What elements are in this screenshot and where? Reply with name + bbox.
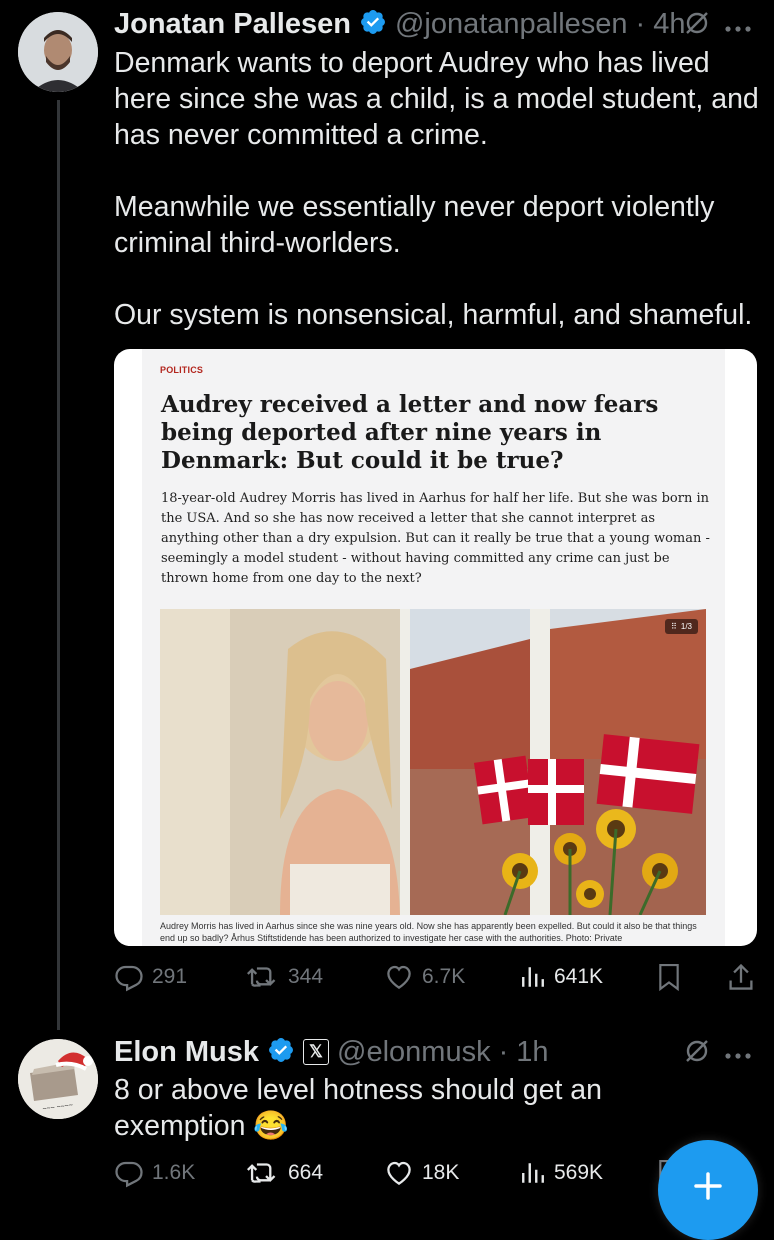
like-icon: [384, 1158, 414, 1188]
author-handle[interactable]: @elonmusk: [337, 1036, 491, 1069]
post-time[interactable]: 1h: [516, 1036, 548, 1069]
views-icon: [520, 962, 546, 992]
gallery-icon: ⠿: [671, 622, 677, 631]
compose-plus-icon: [692, 1170, 724, 1207]
views-count: 641K: [554, 965, 604, 988]
thread-line: [57, 100, 60, 1030]
article-lede: 18-year-old Audrey Morris has lived in A…: [161, 491, 710, 586]
author-handle[interactable]: @jonatanpallesen: [395, 8, 628, 41]
reply-icon: [114, 962, 144, 992]
like-count: 18K: [422, 1161, 460, 1184]
avatar-elon[interactable]: ~~~ ~~~~: [18, 1039, 98, 1119]
views-button[interactable]: 569K: [520, 1158, 603, 1188]
repost-count: 664: [288, 1161, 324, 1184]
verified-badge-icon: [267, 1036, 295, 1069]
avatar-jonatan[interactable]: [18, 12, 98, 92]
repost-icon: [246, 1158, 280, 1188]
article-headline: Audrey received a letter and now fears b…: [161, 391, 659, 474]
x-affiliate-icon[interactable]: 𝕏: [303, 1039, 330, 1065]
like-icon: [384, 962, 414, 992]
laughing-emoji: 😂: [253, 1110, 289, 1142]
grok-icon[interactable]: [684, 1038, 710, 1069]
media-card[interactable]: POLITICS Audrey received a letter and no…: [114, 349, 757, 946]
more-icon[interactable]: [724, 1047, 752, 1065]
tweet-paragraph-2: Meanwhile we essentially never deport vi…: [114, 191, 715, 259]
compose-button[interactable]: [658, 1140, 758, 1240]
reply-button[interactable]: 1.6K: [114, 1158, 195, 1188]
like-button[interactable]: 18K: [384, 1158, 459, 1188]
tweet-text: Denmark wants to deport Audrey who has l…: [114, 45, 764, 333]
post-time[interactable]: 4h: [653, 8, 685, 41]
repost-icon: [246, 962, 280, 992]
reply-button[interactable]: 291: [114, 962, 187, 992]
separator-dot: ·: [498, 1035, 509, 1068]
tweet-paragraph-3: Our system is nonsensical, harmful, and …: [114, 299, 753, 331]
like-button[interactable]: 6.7K: [384, 962, 465, 992]
separator-dot: ·: [635, 7, 646, 40]
views-count: 569K: [554, 1161, 604, 1184]
bookmark-icon[interactable]: [656, 962, 682, 997]
tweet-body: 8 or above level hotness should get an e…: [114, 1074, 603, 1142]
article-photo[interactable]: ⠿ 1/3: [160, 609, 706, 915]
grok-icon[interactable]: [684, 10, 710, 41]
gallery-counter-text: 1/3: [680, 622, 692, 631]
share-icon[interactable]: [727, 962, 755, 997]
repost-button[interactable]: 664: [246, 1158, 323, 1188]
tweet-text: 8 or above level hotness should get an e…: [114, 1072, 634, 1144]
reply-icon: [114, 1158, 144, 1188]
views-button[interactable]: 641K: [520, 962, 603, 992]
article-section: POLITICS: [160, 365, 204, 375]
reply-count: 1.6K: [152, 1161, 196, 1184]
gallery-counter[interactable]: ⠿ 1/3: [665, 619, 698, 634]
author-name[interactable]: Elon Musk: [114, 1036, 259, 1069]
views-icon: [520, 1158, 546, 1188]
more-icon[interactable]: [724, 20, 752, 38]
repost-count: 344: [288, 965, 324, 988]
tweet-paragraph-1: Denmark wants to deport Audrey who has l…: [114, 47, 759, 151]
verified-badge-icon: [359, 8, 387, 41]
photo-caption: Audrey Morris has lived in Aarhus since …: [160, 921, 697, 943]
like-count: 6.7K: [422, 965, 466, 988]
author-name[interactable]: Jonatan Pallesen: [114, 8, 351, 41]
reply-count: 291: [152, 965, 188, 988]
repost-button[interactable]: 344: [246, 962, 323, 992]
